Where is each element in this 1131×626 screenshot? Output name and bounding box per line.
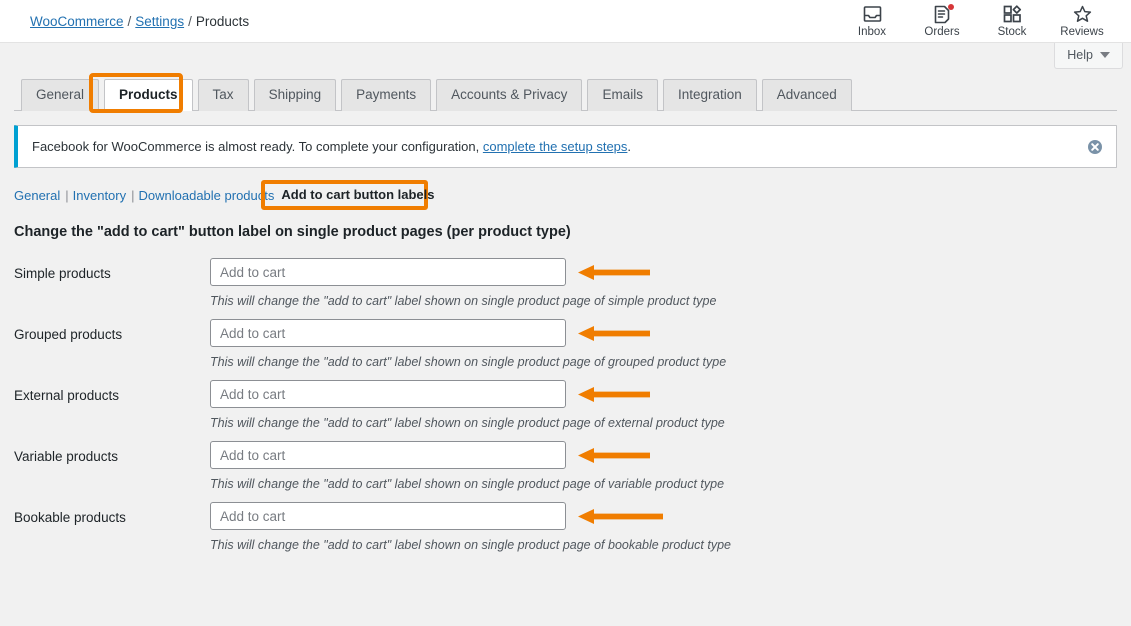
tab-label: Emails — [602, 86, 643, 102]
orders-badge-dot — [948, 3, 954, 10]
field-row-grouped-products: Grouped products This will change the "a… — [0, 319, 1131, 369]
tab-tax[interactable]: Tax — [197, 78, 249, 111]
help-row: Help — [0, 43, 1131, 75]
tab-label: Advanced — [776, 86, 837, 102]
stock-icon — [1002, 5, 1022, 24]
subnav-current-add-to-cart-button-labels[interactable]: Add to cart button labels — [274, 184, 441, 206]
notice-text-before: Facebook for WooCommerce is almost ready… — [32, 139, 483, 154]
breadcrumb: WooCommerce / Settings / Products — [30, 14, 249, 29]
simple-products-label-input[interactable] — [210, 258, 566, 286]
subnav-separator-2: | — [131, 187, 135, 203]
field-column: This will change the "add to cart" label… — [210, 319, 726, 369]
facebook-setup-notice: Facebook for WooCommerce is almost ready… — [14, 125, 1117, 168]
field-description-variable-products: This will change the "add to cart" label… — [210, 477, 725, 491]
field-column: This will change the "add to cart" label… — [210, 380, 725, 430]
add-to-cart-labels-form: Simple products This will change the "ad… — [0, 258, 1131, 552]
tab-label: Accounts & Privacy — [451, 86, 568, 102]
breadcrumb-separator-2: / — [188, 13, 192, 29]
tab-emails[interactable]: Emails — [587, 78, 658, 111]
activity-label-inbox: Inbox — [857, 25, 887, 38]
annotation-arrow-grouped-products — [578, 326, 650, 341]
inbox-icon — [862, 5, 882, 24]
activity-label-reviews: Reviews — [1060, 25, 1104, 38]
tab-label: Products — [119, 86, 178, 102]
notice-setup-link[interactable]: complete the setup steps — [483, 139, 628, 154]
activity-item-stock[interactable]: Stock — [977, 5, 1047, 39]
tab-products[interactable]: Products — [104, 78, 193, 111]
page-title: Change the "add to cart" button label on… — [14, 224, 571, 240]
tab-payments[interactable]: Payments — [341, 78, 432, 111]
field-description-bookable-products: This will change the "add to cart" label… — [210, 538, 732, 552]
annotation-arrow-simple-products — [578, 265, 650, 280]
activity-label-orders: Orders — [924, 25, 960, 38]
notice-text-after: . — [627, 139, 632, 154]
field-row-external-products: External products This will change the "… — [0, 380, 1131, 430]
field-row-bookable-products: Bookable products This will change the "… — [0, 502, 1131, 552]
subnav-link-downloadable-products[interactable]: Downloadable products — [139, 188, 275, 203]
breadcrumb-link-settings[interactable]: Settings — [135, 14, 184, 29]
subnav-link-general[interactable]: General — [14, 188, 60, 203]
annotation-arrow-variable-products — [578, 448, 650, 463]
field-label-simple-products: Simple products — [14, 266, 111, 281]
field-label-external-products: External products — [14, 388, 120, 403]
field-description-simple-products: This will change the "add to cart" label… — [210, 294, 717, 308]
field-description-grouped-products: This will change the "add to cart" label… — [210, 355, 727, 369]
tab-general[interactable]: General — [21, 78, 100, 111]
chevron-down-icon — [1100, 52, 1110, 58]
activity-item-reviews[interactable]: Reviews — [1047, 5, 1117, 39]
field-row-simple-products: Simple products This will change the "ad… — [0, 258, 1131, 308]
annotation-arrow-external-products — [578, 387, 650, 402]
breadcrumb-separator-1: / — [127, 13, 132, 29]
close-circle-icon[interactable] — [1087, 139, 1103, 155]
tab-label: Integration — [677, 86, 742, 102]
tab-integration[interactable]: Integration — [662, 78, 757, 111]
activity-item-orders[interactable]: Orders — [907, 3, 977, 39]
external-products-label-input[interactable] — [210, 380, 566, 408]
help-label: Help — [1067, 48, 1093, 62]
reviews-star-icon — [1072, 5, 1092, 24]
activity-item-inbox[interactable]: Inbox — [837, 5, 907, 39]
page-header: WooCommerce / Settings / Products Inbox Orde… — [0, 0, 1131, 43]
section-subnav: General | Inventory | Downloadable produ… — [14, 180, 1131, 210]
help-dropdown-button[interactable]: Help — [1054, 43, 1123, 69]
orders-icon — [932, 3, 954, 24]
breadcrumb-link-woocommerce[interactable]: WooCommerce — [30, 14, 124, 29]
notice-text: Facebook for WooCommerce is almost ready… — [32, 139, 631, 154]
subnav-link-inventory[interactable]: Inventory — [73, 188, 126, 203]
variable-products-label-input[interactable] — [210, 441, 566, 469]
field-label-grouped-products: Grouped products — [14, 327, 123, 342]
settings-tab-bar: General Products Tax Shipping Payments A… — [14, 73, 1117, 113]
tab-label: Shipping — [268, 86, 322, 102]
tab-accounts-privacy[interactable]: Accounts & Privacy — [436, 78, 583, 111]
annotation-arrow-bookable-products — [578, 509, 663, 524]
subnav-separator-1: | — [65, 187, 69, 203]
tab-shipping[interactable]: Shipping — [253, 78, 337, 111]
activity-panel: Inbox Orders Stock Reviews — [837, 0, 1117, 43]
activity-label-stock: Stock — [997, 25, 1027, 38]
field-row-variable-products: Variable products This will change the "… — [0, 441, 1131, 491]
tab-label: Tax — [212, 86, 234, 102]
field-description-external-products: This will change the "add to cart" label… — [210, 416, 725, 430]
field-column: This will change the "add to cart" label… — [210, 502, 731, 552]
tab-label: General — [36, 86, 85, 102]
grouped-products-label-input[interactable] — [210, 319, 566, 347]
field-column: This will change the "add to cart" label… — [210, 441, 724, 491]
bookable-products-label-input[interactable] — [210, 502, 566, 530]
field-label-variable-products: Variable products — [14, 449, 119, 464]
breadcrumb-current-products: Products — [195, 13, 250, 29]
tab-advanced[interactable]: Advanced — [761, 78, 852, 111]
tab-label: Payments — [356, 86, 417, 102]
field-label-bookable-products: Bookable products — [14, 510, 126, 525]
field-column: This will change the "add to cart" label… — [210, 258, 716, 308]
